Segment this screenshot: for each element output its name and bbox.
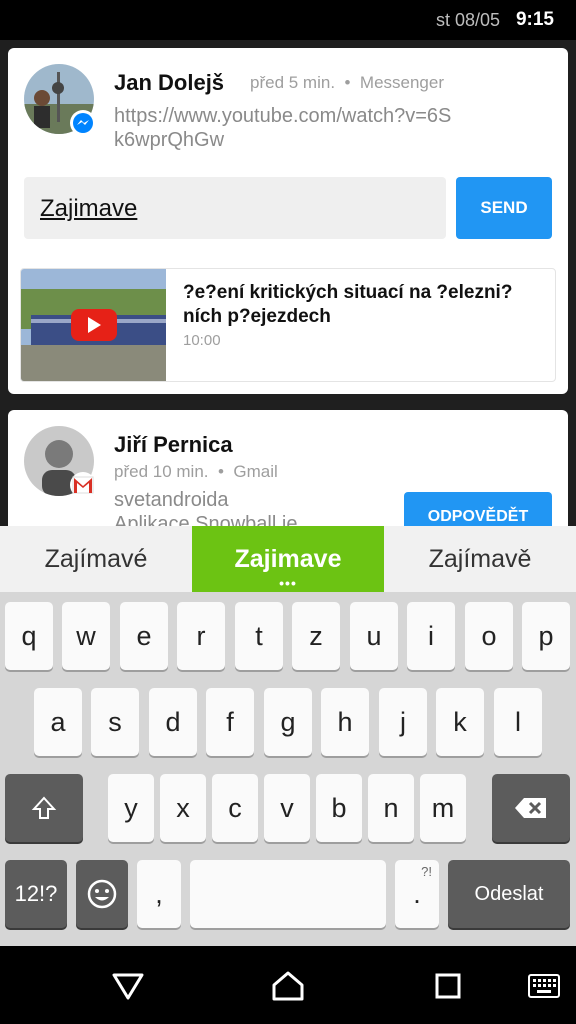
separator-dot: • xyxy=(339,73,360,92)
key-j[interactable]: j xyxy=(379,688,427,756)
notification-meta: před 10 min. • Gmail xyxy=(114,462,278,482)
send-button[interactable]: SEND xyxy=(456,177,552,239)
video-title: ?e?ení kritických situací na ?elezni?níc… xyxy=(183,282,513,327)
key-t[interactable]: t xyxy=(235,602,283,670)
more-suggestions-dots: ••• xyxy=(279,575,297,591)
key-x[interactable]: x xyxy=(160,774,206,842)
app-name: Messenger xyxy=(359,73,445,92)
key-z[interactable]: z xyxy=(292,602,340,670)
gmail-icon xyxy=(70,472,96,498)
messenger-icon xyxy=(70,110,96,136)
shift-icon xyxy=(31,796,57,819)
backspace-icon xyxy=(515,798,546,818)
separator-dot: • xyxy=(213,462,234,481)
key-i[interactable]: i xyxy=(407,602,455,670)
key-b[interactable]: b xyxy=(316,774,362,842)
suggestion-left[interactable]: Zajímavé xyxy=(0,526,192,592)
time-ago: před 10 min. xyxy=(114,462,209,481)
symbols-key[interactable]: 12!? xyxy=(5,860,67,928)
key-u[interactable]: u xyxy=(350,602,398,670)
emoji-key[interactable] xyxy=(76,860,128,928)
emoji-icon xyxy=(87,879,117,909)
home-button[interactable] xyxy=(268,968,308,1004)
period-hint: ?! xyxy=(421,864,432,879)
key-e[interactable]: e xyxy=(120,602,168,670)
key-m[interactable]: m xyxy=(420,774,466,842)
notification-meta: před 5 min. • Messenger xyxy=(250,73,444,93)
reply-input[interactable]: Zajimave xyxy=(24,177,446,239)
status-time: 9:15 xyxy=(515,9,554,30)
home-icon xyxy=(272,971,304,1001)
key-g[interactable]: g xyxy=(264,688,312,756)
video-duration: 10:00 xyxy=(183,332,221,349)
period-key[interactable]: . ?! xyxy=(395,860,439,928)
key-l[interactable]: l xyxy=(494,688,542,756)
key-a[interactable]: a xyxy=(34,688,82,756)
key-h[interactable]: h xyxy=(321,688,369,756)
keyboard: q w e r t z u i o p a s d f g h j k l y … xyxy=(0,592,576,946)
key-c[interactable]: c xyxy=(212,774,258,842)
key-d[interactable]: d xyxy=(149,688,197,756)
screen: st 08/05 9:15 Jan Dolejš před 5 min. • M… xyxy=(0,0,576,1024)
message-text: https://www.youtube.com/watch?v=6Sk6wprQ… xyxy=(114,105,452,151)
suggestion-right[interactable]: Zajímavě xyxy=(384,526,576,592)
key-s[interactable]: s xyxy=(91,688,139,756)
sender-name: Jan Dolejš xyxy=(114,70,225,95)
keyboard-switch-icon xyxy=(528,974,560,998)
key-v[interactable]: v xyxy=(264,774,310,842)
back-button[interactable] xyxy=(108,968,148,1004)
key-y[interactable]: y xyxy=(108,774,154,842)
notification-card-gmail[interactable]: Jiří Pernica před 10 min. • Gmail svetan… xyxy=(8,410,568,540)
status-bar: st 08/05 9:15 xyxy=(0,0,576,40)
comma-key[interactable]: , xyxy=(137,860,181,928)
recents-icon xyxy=(435,973,461,999)
key-p[interactable]: p xyxy=(522,602,570,670)
send-key[interactable]: Odeslat xyxy=(448,860,570,928)
key-k[interactable]: k xyxy=(436,688,484,756)
shift-key[interactable] xyxy=(5,774,83,842)
status-date: st 08/05 xyxy=(435,10,500,30)
back-icon xyxy=(112,973,144,1000)
recents-button[interactable] xyxy=(428,968,468,1004)
key-o[interactable]: o xyxy=(465,602,513,670)
suggestion-center-label: Zajimave xyxy=(234,544,342,573)
time-ago: před 5 min. xyxy=(250,73,336,92)
backspace-key[interactable] xyxy=(492,774,570,842)
notification-card-messenger[interactable]: Jan Dolejš před 5 min. • Messenger https… xyxy=(8,48,568,394)
video-preview[interactable]: ?e?ení kritických situací na ?elezni?níc… xyxy=(20,268,556,382)
video-thumbnail xyxy=(21,269,166,381)
navigation-bar xyxy=(0,946,576,1024)
key-r[interactable]: r xyxy=(177,602,225,670)
suggestion-bar: Zajímavé Zajimave ••• Zajímavě xyxy=(0,526,576,592)
keyboard-switch-button[interactable] xyxy=(524,968,564,1004)
email-subject: svetandroida xyxy=(114,489,229,511)
key-w[interactable]: w xyxy=(62,602,110,670)
period-label: . xyxy=(413,878,421,909)
suggestion-center[interactable]: Zajimave ••• xyxy=(192,526,384,592)
app-name: Gmail xyxy=(233,462,278,481)
key-q[interactable]: q xyxy=(5,602,53,670)
space-key[interactable] xyxy=(190,860,386,928)
key-f[interactable]: f xyxy=(206,688,254,756)
sender-name: Jiří Pernica xyxy=(114,432,233,457)
key-n[interactable]: n xyxy=(368,774,414,842)
